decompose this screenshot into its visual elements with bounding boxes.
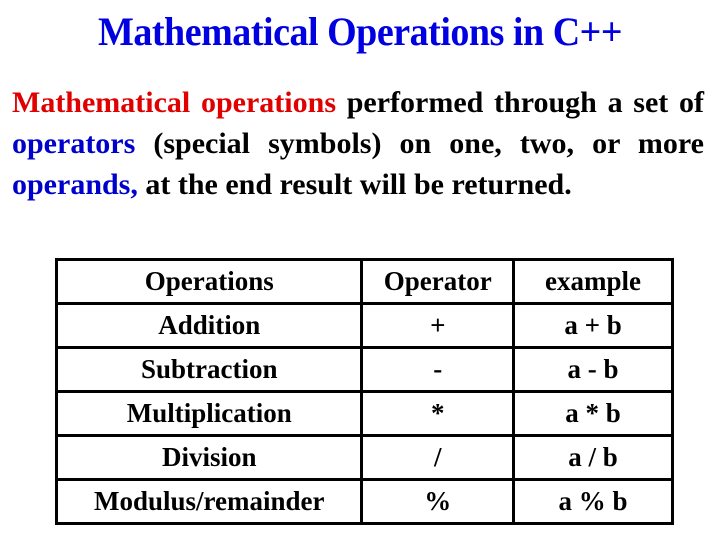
table-row: Modulus/remainder % a % b [54,478,674,525]
table-row: Addition + a + b [54,302,674,349]
operation-name: Modulus/remainder [54,478,364,525]
header-operator: Operator [360,258,515,305]
paragraph-text: at the end result will be returned. [137,168,572,201]
operator-symbol: - [360,346,515,393]
header-example: example [512,258,674,305]
table-row: Subtraction - a - b [54,346,674,393]
table-row: Division / a / b [54,434,674,481]
operator-symbol: * [360,390,515,437]
table-header-row: Operations Operator example [54,258,674,305]
operation-example: a / b [512,434,674,481]
slide-title: Mathematical Operations in C++ [97,9,623,54]
term-operands: operands, [12,168,138,201]
operation-example: a + b [512,302,674,349]
operator-symbol: / [360,434,515,481]
operation-name: Addition [54,302,364,349]
operation-example: a * b [512,390,674,437]
operations-table: Operations Operator example Addition + a… [54,258,674,525]
paragraph-text: performed through a set of [336,86,704,119]
operation-name: Multiplication [54,390,364,437]
term-mathematical-operations: Mathematical operations [12,86,336,119]
operation-example: a % b [512,478,674,525]
intro-paragraph: Mathematical operations performed throug… [12,82,704,205]
operator-symbol: % [360,478,515,525]
header-operations: Operations [54,258,364,305]
paragraph-text: (special symbols) on one, two, or more [135,127,704,160]
term-operators: operators [12,127,136,160]
table-row: Multiplication * a * b [54,390,674,437]
operator-symbol: + [360,302,515,349]
operation-name: Subtraction [54,346,364,393]
operation-example: a - b [512,346,674,393]
operation-name: Division [54,434,364,481]
